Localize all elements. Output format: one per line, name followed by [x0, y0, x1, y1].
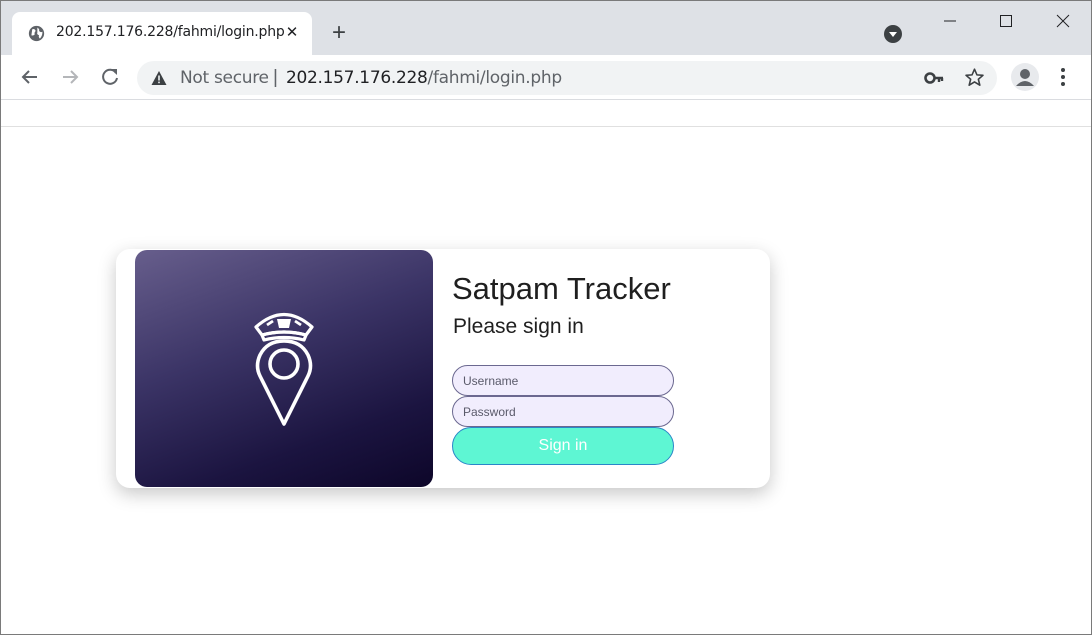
profile-glyph [1016, 69, 1034, 86]
reload-icon[interactable] [99, 66, 121, 88]
arrow-left-icon[interactable] [19, 66, 41, 88]
close-icon[interactable] [1051, 9, 1075, 33]
hero-panel [135, 250, 433, 487]
tab-strip: 202.157.176.228/fahmi/login.php ✕ + [1, 1, 1091, 55]
maximize-icon[interactable] [994, 9, 1018, 33]
url-path: /fahmi/login.php [427, 68, 563, 88]
separator: | [273, 67, 278, 88]
browser-window: 202.157.176.228/fahmi/login.php ✕ + Not … [0, 0, 1092, 635]
close-icon[interactable]: ✕ [284, 24, 300, 42]
minimize-icon[interactable] [938, 9, 962, 33]
login-card: Satpam Tracker Please sign in Sign in [116, 249, 770, 488]
url-host: 202.157.176.228 [286, 68, 428, 88]
person-icon[interactable] [1011, 63, 1039, 91]
divider [1, 126, 1091, 127]
browser-tab[interactable]: 202.157.176.228/fahmi/login.php ✕ [12, 12, 312, 55]
username-input[interactable] [452, 365, 674, 396]
police-cap-location-pin-icon [254, 313, 314, 426]
key-icon[interactable] [924, 69, 944, 87]
security-label[interactable]: Not secure [180, 68, 269, 88]
password-input[interactable] [452, 396, 674, 427]
browser-toolbar: Not secure | 202.157.176.228/fahmi/login… [1, 55, 1091, 100]
globe-icon [28, 25, 45, 42]
warning-icon[interactable] [151, 70, 167, 86]
sign-in-button[interactable]: Sign in [452, 427, 674, 465]
tab-title: 202.157.176.228/fahmi/login.php [56, 24, 285, 40]
star-icon[interactable] [964, 67, 985, 88]
app-title: Satpam Tracker [452, 271, 671, 306]
plus-icon[interactable]: + [328, 21, 350, 45]
chevron-down-circle-icon[interactable] [884, 25, 902, 43]
kebab-menu-icon[interactable] [1055, 66, 1071, 88]
page-content: Satpam Tracker Please sign in Sign in [1, 101, 1091, 634]
arrow-right-icon[interactable] [59, 66, 81, 88]
url-text[interactable]: 202.157.176.228/fahmi/login.php [286, 68, 562, 88]
sign-in-heading: Please sign in [453, 315, 584, 338]
address-bar[interactable]: Not secure | 202.157.176.228/fahmi/login… [137, 61, 997, 95]
